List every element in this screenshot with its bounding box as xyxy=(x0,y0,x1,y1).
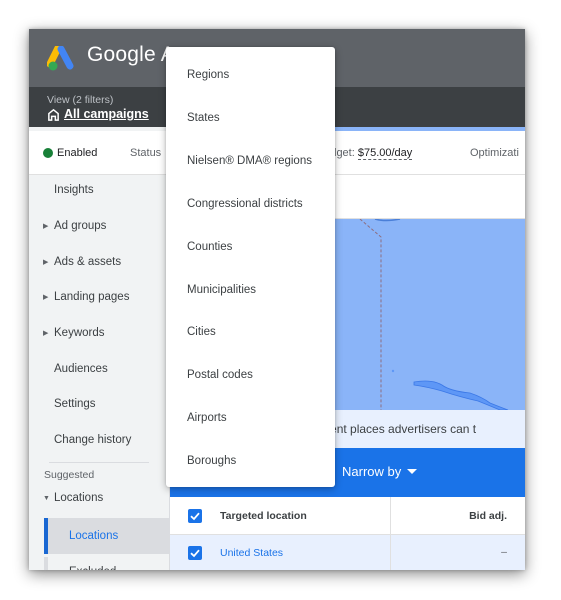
column-header-bid-adj[interactable]: Bid adj. xyxy=(469,510,507,522)
row-checkbox[interactable] xyxy=(188,546,202,560)
all-campaigns-label: All campaigns xyxy=(64,107,149,121)
sidebar-subitem-excluded[interactable]: Excluded xyxy=(44,557,170,570)
narrow-by-label: Narrow by xyxy=(342,464,402,479)
menu-item-regions[interactable]: Regions xyxy=(166,54,335,96)
sidebar-item-label: Keywords xyxy=(54,327,105,339)
sidebar-group-locations[interactable]: ▼ Locations xyxy=(29,483,170,513)
caret-right-icon: ▶ xyxy=(43,259,49,266)
sidebar-item-ads-assets[interactable]: ▶ Ads & assets xyxy=(29,247,170,277)
dropdown-arrow-icon xyxy=(407,469,418,474)
menu-item-boroughs[interactable]: Boroughs xyxy=(166,440,335,482)
table-row[interactable]: United States – xyxy=(170,535,525,570)
menu-item-municipalities[interactable]: Municipalities xyxy=(166,269,335,311)
view-filters-label[interactable]: View (2 filters) xyxy=(47,94,113,106)
sidebar-item-label: Insights xyxy=(54,184,94,196)
status-label: Status xyxy=(130,147,162,159)
column-divider xyxy=(390,535,391,570)
menu-item-states[interactable]: States xyxy=(166,97,335,139)
location-type-dropdown-menu: Regions States Nielsen® DMA® regions Con… xyxy=(166,47,335,487)
budget-info[interactable]: lget: $75.00/day xyxy=(334,147,413,160)
menu-item-cities[interactable]: Cities xyxy=(166,311,335,353)
sidebar-subitem-locations[interactable]: Locations xyxy=(44,518,170,554)
lake-shape xyxy=(413,380,509,411)
sidebar-nav: Insights ▶ Ad groups ▶ Ads & assets ▶ La… xyxy=(29,175,170,570)
location-link[interactable]: United States xyxy=(220,547,283,559)
sidebar-item-label: Audiences xyxy=(54,363,108,375)
sidebar-item-label: Locations xyxy=(54,492,104,504)
enabled-dot-icon xyxy=(43,148,53,158)
suggested-section-label: Suggested xyxy=(44,469,95,481)
sidebar-item-label: Change history xyxy=(54,434,132,446)
caret-right-icon: ▶ xyxy=(43,294,49,301)
menu-item-congressional-districts[interactable]: Congressional districts xyxy=(166,183,335,225)
checkmark-icon xyxy=(190,512,200,521)
column-divider xyxy=(390,497,391,534)
sidebar-item-settings[interactable]: Settings xyxy=(29,389,170,419)
coastline xyxy=(374,218,401,222)
column-header-targeted-location[interactable]: Targeted location xyxy=(220,510,307,522)
menu-item-nielsen-dma-regions[interactable]: Nielsen® DMA® regions xyxy=(166,140,335,182)
budget-value[interactable]: $75.00/day xyxy=(357,147,413,160)
map-dot xyxy=(391,369,395,373)
all-campaigns-link[interactable]: All campaigns xyxy=(47,107,149,121)
caret-right-icon: ▶ xyxy=(43,223,49,230)
table-header: Targeted location Bid adj. xyxy=(170,497,525,535)
menu-item-counties[interactable]: Counties xyxy=(166,226,335,268)
sidebar-item-label: Landing pages xyxy=(54,291,130,303)
sidebar-item-ad-groups[interactable]: ▶ Ad groups xyxy=(29,211,170,241)
menu-item-airports[interactable]: Airports xyxy=(166,397,335,439)
bid-adj-value[interactable]: – xyxy=(501,546,507,558)
enabled-status[interactable]: Enabled xyxy=(43,147,97,159)
narrow-by-button[interactable]: Narrow by xyxy=(342,464,418,479)
sidebar-item-label: Ad groups xyxy=(54,220,107,232)
sidebar-item-label: Locations xyxy=(69,530,119,542)
home-icon xyxy=(48,108,59,121)
sidebar-item-landing-pages[interactable]: ▶ Landing pages xyxy=(29,282,170,312)
optimization-score-label[interactable]: Optimizati xyxy=(470,147,519,159)
menu-item-postal-codes[interactable]: Postal codes xyxy=(166,354,335,396)
sidebar-item-label: Ads & assets xyxy=(54,256,122,268)
budget-prefix: lget: xyxy=(334,147,358,159)
caret-right-icon: ▶ xyxy=(43,330,49,337)
caret-down-icon: ▼ xyxy=(43,494,50,502)
checkmark-icon xyxy=(190,549,200,558)
sidebar-item-label: Excluded xyxy=(69,566,116,570)
sidebar-item-label: Settings xyxy=(54,398,96,410)
sidebar-item-keywords[interactable]: ▶ Keywords xyxy=(29,318,170,348)
state-border xyxy=(359,218,382,410)
brand-title[interactable]: Google A xyxy=(87,43,175,67)
sidebar-item-change-history[interactable]: Change history xyxy=(29,425,170,455)
sidebar-item-audiences[interactable]: Audiences xyxy=(29,354,170,384)
sidebar-item-insights[interactable]: Insights xyxy=(29,175,170,205)
select-all-checkbox[interactable] xyxy=(188,509,202,523)
sidebar-divider xyxy=(49,462,149,463)
google-ads-logo-icon xyxy=(47,46,74,71)
enabled-label: Enabled xyxy=(57,147,98,159)
